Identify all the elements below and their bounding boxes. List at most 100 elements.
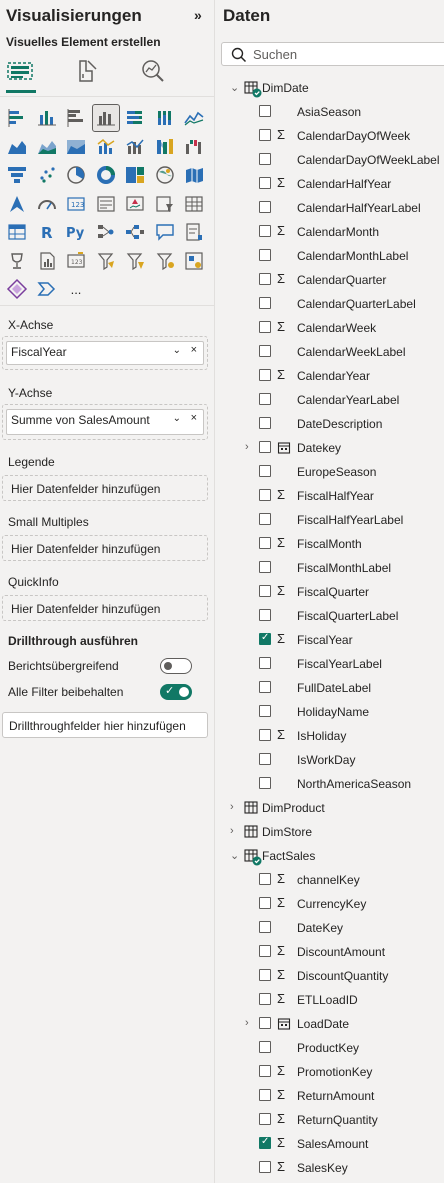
field-row[interactable]: Σ CalendarQuarter bbox=[216, 268, 444, 292]
field-row[interactable]: › LoadDate bbox=[216, 1012, 444, 1036]
field-row[interactable]: Σ ReturnAmount bbox=[216, 1084, 444, 1108]
field-checkbox[interactable] bbox=[259, 417, 271, 429]
scatter-chart-icon[interactable] bbox=[34, 162, 60, 188]
y-axis-field-pill[interactable]: Summe von SalesAmount ⌄ × bbox=[6, 409, 204, 435]
field-row[interactable]: IsWorkDay bbox=[216, 748, 444, 772]
format-visual-icon[interactable] bbox=[72, 57, 102, 87]
field-row[interactable]: Σ PromotionKey bbox=[216, 1060, 444, 1084]
field-checkbox[interactable] bbox=[259, 513, 271, 525]
kpi-icon[interactable] bbox=[122, 191, 148, 217]
build-visual-icon[interactable] bbox=[6, 57, 36, 93]
field-row[interactable]: Σ CurrencyKey bbox=[216, 892, 444, 916]
x-axis-well[interactable]: FiscalYear ⌄ × bbox=[2, 336, 208, 370]
field-checkbox[interactable] bbox=[259, 177, 271, 189]
field-checkbox[interactable] bbox=[259, 993, 271, 1005]
custom-visual-a-icon[interactable] bbox=[122, 248, 148, 274]
field-checkbox[interactable] bbox=[259, 1065, 271, 1077]
remove-field-icon[interactable]: × bbox=[191, 344, 197, 356]
decomposition-tree-icon[interactable] bbox=[122, 219, 148, 245]
field-row[interactable]: Σ ReturnQuantity bbox=[216, 1108, 444, 1132]
field-checkbox[interactable] bbox=[259, 345, 271, 357]
field-checkbox[interactable] bbox=[259, 705, 271, 717]
stacked-bar-chart-icon[interactable] bbox=[4, 105, 30, 131]
treemap-icon[interactable] bbox=[122, 162, 148, 188]
field-row[interactable]: Σ CalendarMonth bbox=[216, 220, 444, 244]
field-row[interactable]: FiscalQuarterLabel bbox=[216, 604, 444, 628]
key-influencers-icon[interactable] bbox=[93, 219, 119, 245]
field-checkbox[interactable] bbox=[259, 753, 271, 765]
field-row[interactable]: Σ SalesKey bbox=[216, 1156, 444, 1180]
field-checkbox[interactable] bbox=[259, 1113, 271, 1125]
field-checkbox[interactable] bbox=[259, 1136, 271, 1149]
remove-field-icon[interactable]: × bbox=[191, 412, 197, 424]
chevron-down-icon[interactable]: ⌄ bbox=[230, 849, 239, 862]
field-checkbox[interactable] bbox=[259, 225, 271, 237]
field-checkbox[interactable] bbox=[259, 537, 271, 549]
field-row[interactable]: Σ SalesAmount bbox=[216, 1132, 444, 1156]
field-checkbox[interactable] bbox=[259, 657, 271, 669]
field-checkbox[interactable] bbox=[259, 249, 271, 261]
collapse-pane-icon[interactable]: » bbox=[194, 7, 202, 23]
table-node-factsales[interactable]: ⌄ FactSales bbox=[216, 844, 444, 868]
keep-filters-toggle[interactable]: ✓ bbox=[160, 684, 192, 700]
field-row[interactable]: AsiaSeason bbox=[216, 100, 444, 124]
slicer-icon[interactable] bbox=[152, 191, 178, 217]
100-stacked-area-chart-icon[interactable] bbox=[63, 134, 89, 160]
field-row[interactable]: ProductKey bbox=[216, 1036, 444, 1060]
field-checkbox[interactable] bbox=[259, 921, 271, 933]
field-checkbox[interactable] bbox=[259, 585, 271, 597]
chevron-right-icon[interactable]: › bbox=[230, 825, 234, 837]
field-checkbox[interactable] bbox=[259, 489, 271, 501]
legend-well[interactable]: Hier Datenfelder hinzufügen bbox=[2, 475, 208, 501]
field-checkbox[interactable] bbox=[259, 1161, 271, 1173]
chevron-right-icon[interactable]: › bbox=[245, 441, 249, 453]
line-stacked-column-chart-icon[interactable] bbox=[93, 134, 119, 160]
field-row[interactable]: CalendarQuarterLabel bbox=[216, 292, 444, 316]
table-icon[interactable] bbox=[181, 191, 207, 217]
field-row[interactable]: CalendarWeekLabel bbox=[216, 340, 444, 364]
tooltip-well[interactable]: Hier Datenfelder hinzufügen bbox=[2, 595, 208, 621]
field-row[interactable]: NorthAmericaSeason bbox=[216, 772, 444, 796]
azure-map-icon[interactable] bbox=[4, 191, 30, 217]
field-checkbox[interactable] bbox=[259, 729, 271, 741]
field-row[interactable]: CalendarMonthLabel bbox=[216, 244, 444, 268]
field-row[interactable]: Σ ETLLoadID bbox=[216, 988, 444, 1012]
field-checkbox[interactable] bbox=[259, 632, 271, 645]
card-icon[interactable]: 123 bbox=[63, 191, 89, 217]
field-row[interactable]: FiscalYearLabel bbox=[216, 652, 444, 676]
field-checkbox[interactable] bbox=[259, 1017, 271, 1029]
field-row[interactable]: Σ CalendarYear bbox=[216, 364, 444, 388]
matrix-icon[interactable] bbox=[4, 219, 30, 245]
field-row[interactable]: Σ FiscalHalfYear bbox=[216, 484, 444, 508]
power-apps-icon[interactable]: 123 bbox=[63, 248, 89, 274]
field-checkbox[interactable] bbox=[259, 897, 271, 909]
funnel-chart-icon[interactable] bbox=[4, 162, 30, 188]
pie-chart-icon[interactable] bbox=[63, 162, 89, 188]
field-row[interactable]: Σ FiscalYear bbox=[216, 628, 444, 652]
field-checkbox[interactable] bbox=[259, 561, 271, 573]
clustered-column-chart-icon[interactable] bbox=[91, 104, 120, 132]
field-row[interactable]: FiscalHalfYearLabel bbox=[216, 508, 444, 532]
field-row[interactable]: Σ CalendarHalfYear bbox=[216, 172, 444, 196]
field-checkbox[interactable] bbox=[259, 465, 271, 477]
field-checkbox[interactable] bbox=[259, 873, 271, 885]
gauge-icon[interactable] bbox=[34, 191, 60, 217]
field-row[interactable]: ΣchannelKey bbox=[216, 868, 444, 892]
field-row[interactable]: Σ DiscountAmount bbox=[216, 940, 444, 964]
field-checkbox[interactable] bbox=[259, 273, 271, 285]
field-row[interactable]: CalendarHalfYearLabel bbox=[216, 196, 444, 220]
filled-map-icon[interactable] bbox=[181, 162, 207, 188]
line-chart-icon[interactable] bbox=[181, 105, 207, 131]
field-row[interactable]: Σ FiscalMonth bbox=[216, 532, 444, 556]
field-checkbox[interactable] bbox=[259, 153, 271, 165]
field-checkbox[interactable] bbox=[259, 1089, 271, 1101]
custom-visual-b-icon[interactable] bbox=[152, 248, 178, 274]
field-checkbox[interactable] bbox=[259, 681, 271, 693]
paginated-report-icon[interactable] bbox=[34, 248, 60, 274]
100-stacked-bar-chart-icon[interactable] bbox=[122, 105, 148, 131]
field-checkbox[interactable] bbox=[259, 609, 271, 621]
field-checkbox[interactable] bbox=[259, 105, 271, 117]
field-row[interactable]: Σ FiscalQuarter bbox=[216, 580, 444, 604]
line-clustered-column-chart-icon[interactable] bbox=[122, 134, 148, 160]
goals-icon[interactable] bbox=[4, 248, 30, 274]
